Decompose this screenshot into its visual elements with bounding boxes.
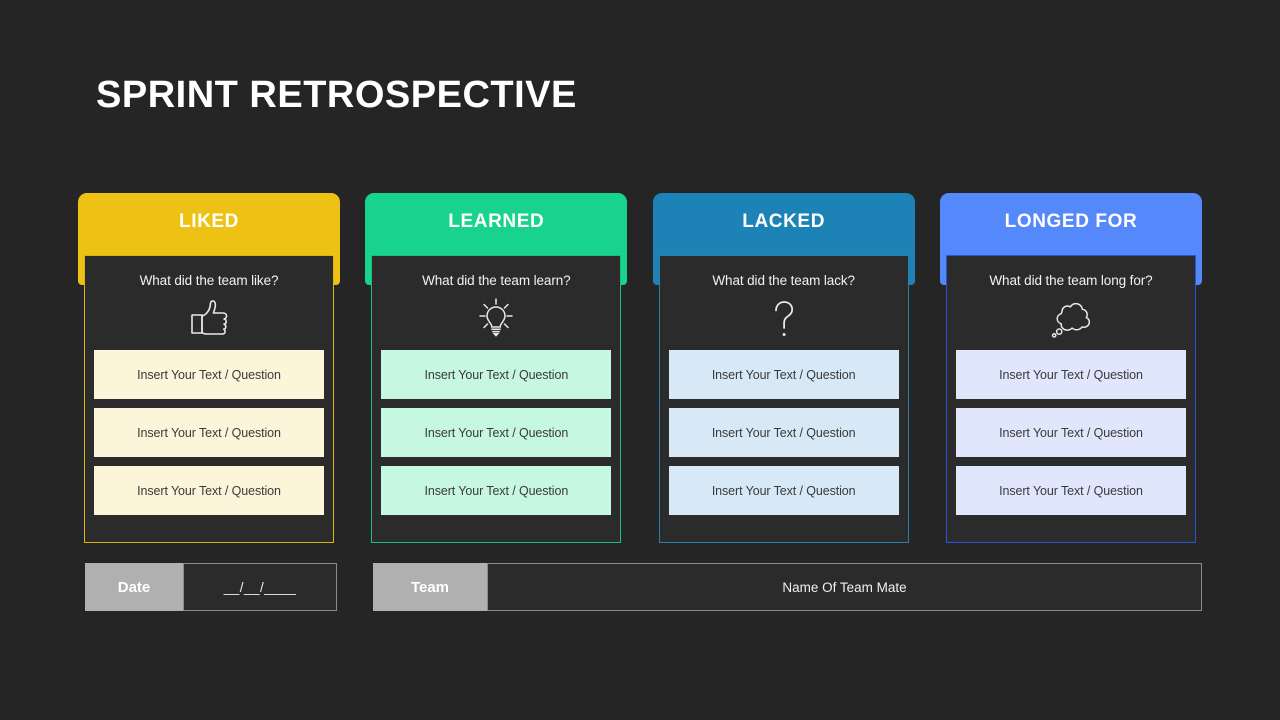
- column-header-label: LACKED: [742, 211, 826, 232]
- item-box[interactable]: Insert Your Text / Question: [381, 408, 612, 457]
- column-liked: LIKED What did the team like? Insert You…: [78, 193, 340, 543]
- column-header-label: LONGED FOR: [1004, 211, 1138, 232]
- item-box[interactable]: Insert Your Text / Question: [668, 408, 899, 457]
- date-label: Date: [85, 563, 183, 611]
- item-box[interactable]: Insert Your Text / Question: [94, 466, 324, 515]
- column-header-label: LIKED: [179, 211, 239, 232]
- item-list-learned: Insert Your Text / Question Insert Your …: [372, 350, 620, 515]
- item-list-lacked: Insert Your Text / Question Insert Your …: [660, 350, 908, 515]
- column-question: What did the team learn?: [422, 273, 571, 288]
- column-body-liked: What did the team like? Insert Your Text…: [84, 255, 334, 543]
- team-bar: Team Name Of Team Mate: [373, 563, 1202, 611]
- column-header-label: LEARNED: [448, 211, 545, 232]
- retrospective-columns: LIKED What did the team like? Insert You…: [78, 193, 1202, 543]
- column-learned: LEARNED What did the team learn? Insert …: [365, 193, 628, 543]
- item-list-longed-for: Insert Your Text / Question Insert Your …: [947, 350, 1195, 515]
- item-box[interactable]: Insert Your Text / Question: [955, 466, 1186, 515]
- date-bar: Date __/__/____: [85, 563, 337, 611]
- column-body-longed-for: What did the team long for? Insert Your …: [945, 255, 1196, 543]
- date-input[interactable]: __/__/____: [183, 563, 337, 611]
- column-question: What did the team long for?: [989, 273, 1153, 288]
- team-input[interactable]: Name Of Team Mate: [487, 563, 1202, 611]
- page-title: SPRINT RETROSPECTIVE: [96, 74, 577, 116]
- column-question: What did the team like?: [139, 273, 279, 288]
- question-mark-icon: [767, 296, 801, 342]
- item-list-liked: Insert Your Text / Question Insert Your …: [85, 350, 333, 515]
- meta-row: Date __/__/____ Team Name Of Team Mate: [85, 563, 1202, 611]
- item-box[interactable]: Insert Your Text / Question: [94, 408, 324, 457]
- lightbulb-icon: [474, 296, 518, 342]
- item-box[interactable]: Insert Your Text / Question: [94, 350, 324, 399]
- column-lacked: LACKED What did the team lack? Insert Yo…: [652, 193, 915, 543]
- column-question: What did the team lack?: [712, 273, 855, 288]
- item-box[interactable]: Insert Your Text / Question: [668, 350, 899, 399]
- item-box[interactable]: Insert Your Text / Question: [668, 466, 899, 515]
- thought-cloud-icon: [1046, 296, 1096, 342]
- item-box[interactable]: Insert Your Text / Question: [381, 466, 612, 515]
- column-body-learned: What did the team learn? Insert Your Tex…: [371, 255, 622, 543]
- column-longed-for: LONGED FOR What did the team long for? I…: [939, 193, 1202, 543]
- item-box[interactable]: Insert Your Text / Question: [955, 408, 1186, 457]
- item-box[interactable]: Insert Your Text / Question: [381, 350, 612, 399]
- column-body-lacked: What did the team lack? Insert Your Text…: [658, 255, 909, 543]
- thumbs-up-icon: [187, 296, 231, 342]
- item-box[interactable]: Insert Your Text / Question: [955, 350, 1186, 399]
- team-label: Team: [373, 563, 487, 611]
